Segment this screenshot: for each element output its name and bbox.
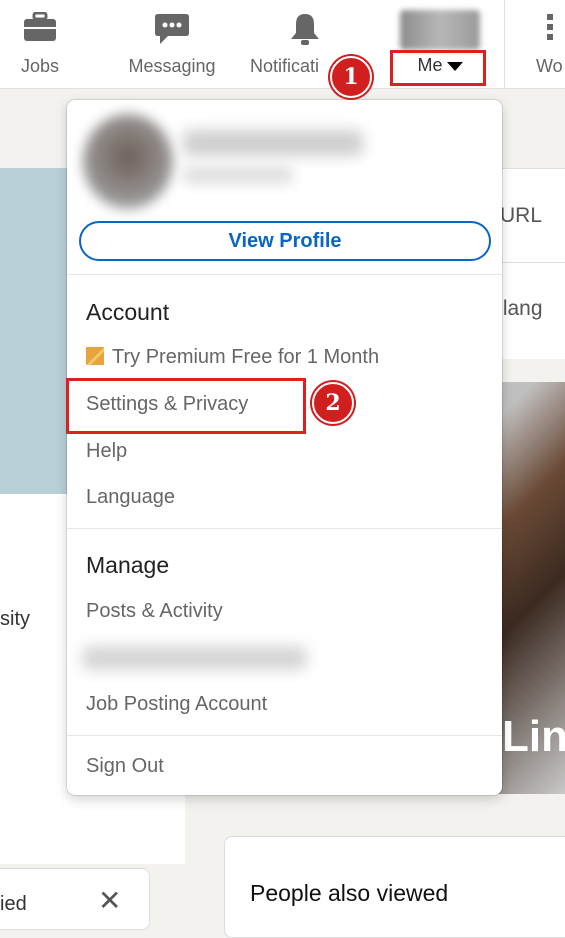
nav-item-jobs[interactable]: Jobs [0, 0, 80, 88]
menu-item-redacted[interactable] [82, 646, 307, 670]
step-badge-1: 1 [330, 56, 372, 98]
profile-url-link[interactable]: URL [500, 204, 542, 228]
menu-item-try-premium-label: Try Premium Free for 1 Month [112, 346, 380, 368]
profile-headline-redacted [183, 166, 293, 184]
menu-item-sign-out[interactable]: Sign Out [86, 755, 164, 778]
profile-photo[interactable] [83, 114, 173, 209]
menu-item-help[interactable]: Help [86, 440, 127, 463]
profile-name-redacted [183, 130, 363, 156]
briefcase-icon [23, 11, 57, 47]
grid-menu-icon [547, 14, 553, 44]
divider [67, 274, 502, 275]
highlight-box-settings [66, 378, 306, 434]
menu-item-try-premium[interactable]: Try Premium Free for 1 Month [86, 346, 379, 369]
view-profile-button[interactable]: View Profile [79, 221, 491, 261]
menu-item-language[interactable]: Language [86, 486, 175, 509]
close-icon[interactable]: ✕ [98, 884, 121, 917]
divider [67, 528, 502, 529]
profile-banner-bg [0, 168, 67, 494]
ad-banner-text: Lin [502, 712, 565, 761]
highlight-box-me [390, 50, 486, 86]
avatar [400, 10, 480, 50]
me-dropdown-menu: View Profile Account Try Premium Free fo… [67, 100, 502, 795]
divider [67, 735, 502, 736]
nav-item-messaging[interactable]: Messaging [120, 0, 224, 88]
section-title-manage: Manage [86, 552, 170, 578]
section-title-account: Account [86, 299, 170, 325]
people-also-viewed-title: People also viewed [250, 880, 449, 906]
chat-icon [154, 12, 190, 51]
nav-label-jobs: Jobs [20, 56, 60, 76]
left-panel-text: sity [0, 608, 30, 630]
nav-label-messaging: Messaging [128, 56, 216, 76]
step-badge-2: 2 [312, 382, 354, 424]
bell-icon [289, 12, 321, 51]
nav-item-work[interactable]: Wo [520, 0, 565, 88]
menu-item-posts-activity[interactable]: Posts & Activity [86, 600, 223, 623]
premium-icon [86, 347, 104, 365]
nav-label-work: Wo [536, 56, 563, 76]
notification-card-text: ied [0, 893, 27, 915]
menu-item-job-posting-account[interactable]: Job Posting Account [86, 693, 267, 716]
nav-divider [504, 0, 505, 88]
